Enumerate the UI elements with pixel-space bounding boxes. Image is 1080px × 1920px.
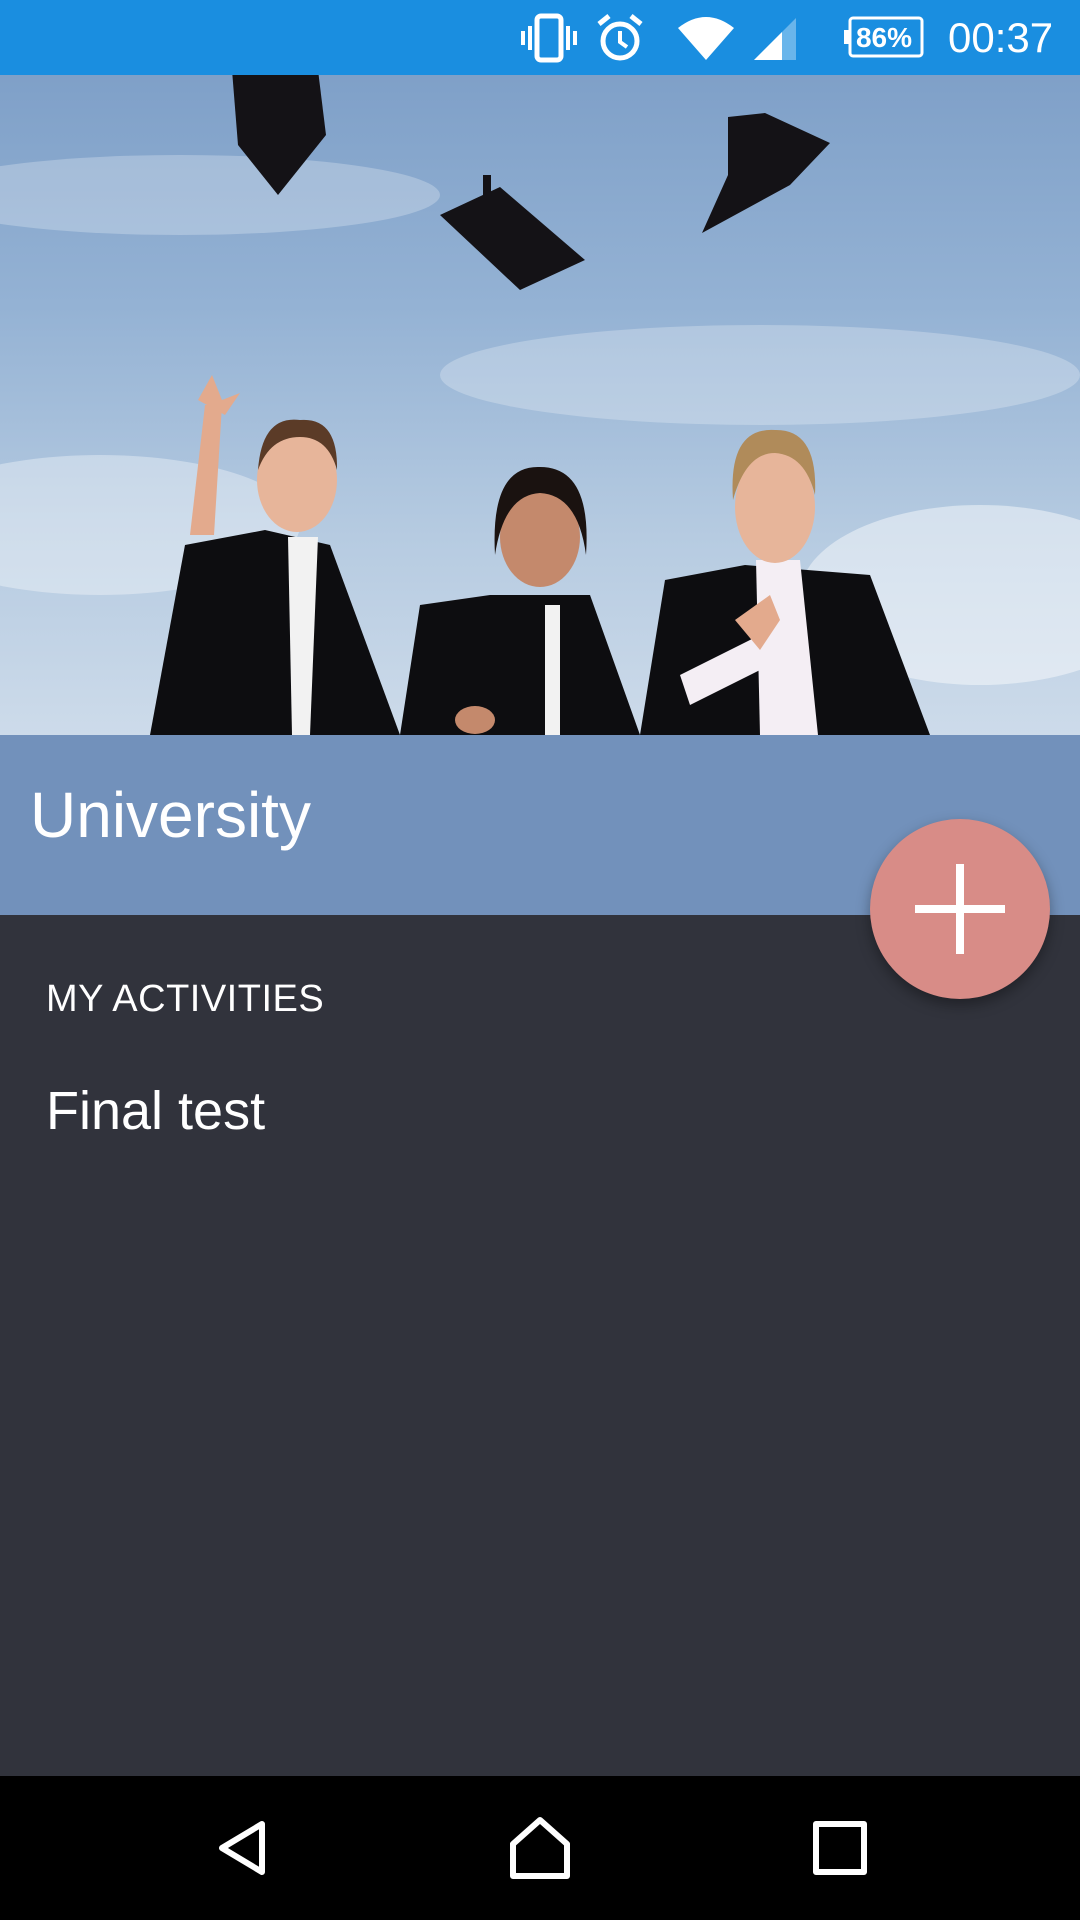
add-activity-button[interactable] (870, 819, 1050, 999)
vibrate-icon (521, 13, 577, 63)
page-title: University (30, 779, 311, 851)
graduates-illustration (0, 75, 1080, 735)
navigation-bar (0, 1776, 1080, 1920)
header-image (0, 75, 1080, 735)
status-bar: 86% 00:37 (0, 0, 1080, 75)
home-icon (510, 1817, 570, 1879)
app-screen: 86% 00:37 University MY ACTIVITIES Final… (0, 0, 1080, 1920)
section-header-my-activities: MY ACTIVITIES (46, 978, 325, 1020)
cap-right (702, 113, 830, 233)
back-icon (219, 1821, 265, 1875)
home-button[interactable] (490, 1798, 590, 1898)
wifi-icon (678, 17, 734, 60)
cap-middle (440, 175, 585, 290)
list-item[interactable]: Final test (0, 1060, 1080, 1160)
alarm-icon (597, 14, 643, 61)
graduate-middle (400, 466, 640, 735)
plus-icon (915, 864, 1005, 954)
clock: 00:37 (948, 14, 1054, 61)
graduate-left (150, 375, 400, 735)
recents-icon (813, 1821, 867, 1875)
cell-signal-icon (754, 18, 796, 60)
recents-button[interactable] (790, 1798, 890, 1898)
battery-percent: 86% (855, 22, 913, 53)
activity-label: Final test (46, 1081, 266, 1141)
back-button[interactable] (192, 1798, 292, 1898)
